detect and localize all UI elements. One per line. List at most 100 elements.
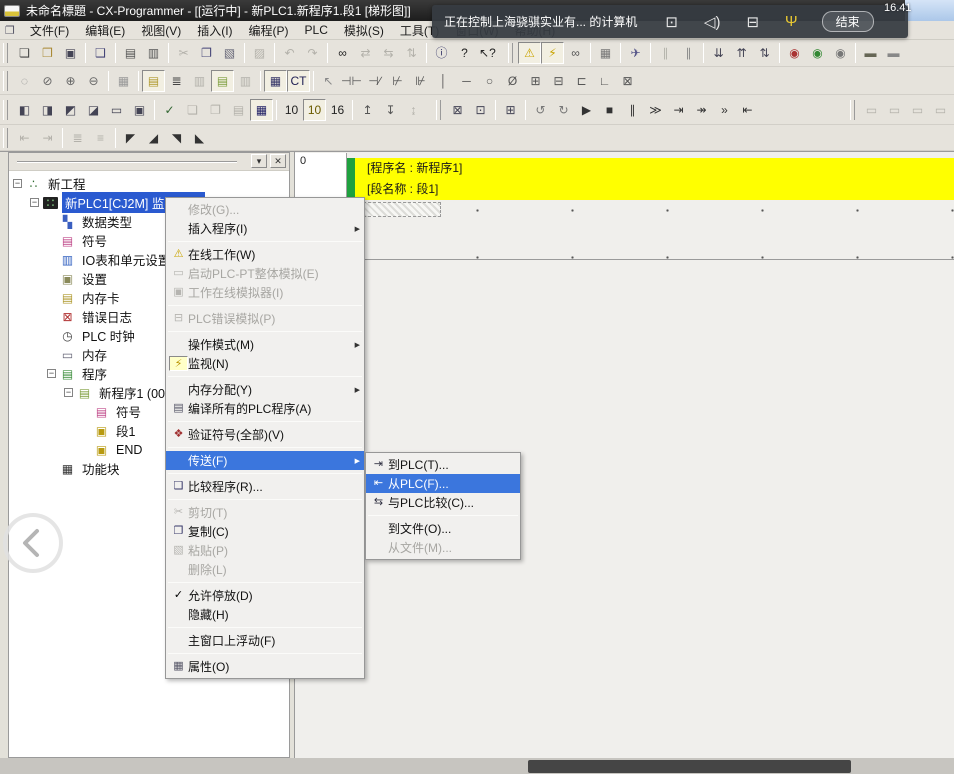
menu-item-insert-program[interactable]: 插入程序(I) ▶ [166,219,364,238]
menu-item-paste[interactable]: ▧ 粘贴(P) [166,541,364,560]
decimal-monitor-button[interactable]: 10 [280,99,303,121]
rung-wrap-button[interactable]: ≡ [89,127,112,149]
zoom-fit-button[interactable]: ◌ [13,70,36,92]
cross-reference-button[interactable]: ▥ [188,70,211,92]
submenu-item-to-plc[interactable]: ⇥ 到PLC(T)... [366,455,520,474]
comment-option-button[interactable]: ▤ [227,99,250,121]
menu-simulation[interactable]: 模拟(S) [336,21,392,40]
menu-view[interactable]: 视图(V) [133,21,189,40]
contact-nc-button[interactable]: ⊣∕ [363,70,386,92]
rung-list-button[interactable]: ≣ [66,127,89,149]
context-help-button[interactable]: ↖? [476,42,499,64]
menu-insert[interactable]: 插入(I) [189,21,240,40]
expand-toggle[interactable] [47,255,56,264]
zoom-in-button[interactable]: ⊕ [59,70,82,92]
expand-toggle[interactable]: − [30,198,39,207]
upload-from-plc-button[interactable]: ⇈ [730,42,753,64]
watch-window-button[interactable]: ▭ [860,99,883,121]
sim-stop-button[interactable]: ■ [598,99,621,121]
go-to-next-address-button[interactable]: ◥ [165,127,188,149]
menu-item-memory-allocation[interactable]: 内存分配(Y) ▶ [166,380,364,399]
watch-option-button[interactable]: ❐ [204,99,227,121]
window-toolbar-icon[interactable]: ⊟ [746,13,759,31]
clock-pulse-button[interactable]: CT [287,70,310,92]
expand-toggle[interactable] [47,293,56,302]
menu-edit[interactable]: 编辑(E) [77,21,133,40]
window-cascade-button[interactable]: ◩ [59,99,82,121]
indent-left-button[interactable]: ⇤ [13,127,36,149]
work-online-button[interactable]: ⚠ [518,42,541,64]
coil-button[interactable]: ○ [478,70,501,92]
contact-no-button[interactable]: ⊣⊢ [340,70,363,92]
expand-toggle[interactable] [81,445,90,454]
menu-item-float-in-main[interactable]: 主窗口上浮动(F) [166,631,364,650]
expand-toggle[interactable]: − [64,388,73,397]
menu-item-compare-program[interactable]: ❑ 比较程序(R)... [166,477,364,496]
show-comments-button[interactable]: ≣ [165,70,188,92]
indent-right-button[interactable]: ⇥ [36,127,59,149]
submenu-item-from-plc[interactable]: ⇤ 从PLC(F)... [366,474,520,493]
menu-plc[interactable]: PLC [297,22,336,38]
fullscreen-icon[interactable]: ⊡ [665,13,678,31]
menu-item-delete[interactable]: 删除(L) [166,560,364,579]
compare-programs-button[interactable]: ❑ [89,42,112,64]
expand-toggle[interactable]: − [47,369,56,378]
function-block-button[interactable]: ⊏ [570,70,593,92]
submenu-item-from-file[interactable]: 从文件(M)... [366,538,520,557]
time-chart-button[interactable]: ◉ [806,42,829,64]
force-cancel-button[interactable]: ↨ [402,99,425,121]
menu-item-properties[interactable]: ▦ 属性(O) [166,657,364,676]
coil-closed-button[interactable]: Ø [501,70,524,92]
compare-with-plc-button[interactable]: ⇅ [753,42,776,64]
sim-to-end-button[interactable]: ⇤ [736,99,759,121]
menu-item-transfer[interactable]: 传送(F) ▶ [166,451,364,470]
replace-button[interactable]: ⇄ [354,42,377,64]
mnemonic-view-button[interactable]: ▥ [234,70,257,92]
menu-item-operating-mode[interactable]: 操作模式(M) ▶ [166,335,364,354]
paste-button[interactable]: ▧ [218,42,241,64]
data-trace-button[interactable]: ◉ [783,42,806,64]
rung-comment-button[interactable]: ▬ [882,42,905,64]
expand-toggle[interactable]: − [13,179,22,188]
select-tool-button[interactable]: ↖ [317,70,340,92]
signed-decimal-monitor-button[interactable]: 10 [303,99,326,121]
instruction-closed-button[interactable]: ⊟ [547,70,570,92]
expand-toggle[interactable] [47,217,56,226]
monitor-window-button[interactable]: ▦ [264,70,287,92]
end-session-button[interactable]: 结束 [822,11,874,32]
panel-dropdown-button[interactable]: ▾ [251,154,267,168]
vertical-line-button[interactable]: │ [432,70,455,92]
find-next-button[interactable]: ⇆ [377,42,400,64]
delete-tool-button[interactable]: ⊠ [616,70,639,92]
window-layout-2-button[interactable]: ◨ [36,99,59,121]
new-window-button[interactable]: ◧ [13,99,36,121]
menu-item-work-online[interactable]: ⚠ 在线工作(W) [166,245,364,264]
menu-item-modify[interactable]: 修改(G)... [166,200,364,219]
menu-item-hide[interactable]: 隐藏(H) [166,605,364,624]
zoom-reset-button[interactable]: ⊘ [36,70,59,92]
pause-button[interactable]: ∥ [654,42,677,64]
new-file-button[interactable]: ❏ [13,42,36,64]
memory-window-button[interactable]: ▭ [929,99,952,121]
remote-back-button[interactable] [3,513,63,573]
grid-toggle-button[interactable]: ▦ [112,70,135,92]
submenu-item-compare-with-plc[interactable]: ⇆ 与PLC比较(C)... [366,493,520,512]
menu-item-copy[interactable]: ❐ 复制(C) [166,522,364,541]
save-button[interactable]: ▣ [59,42,82,64]
hex-monitor-button[interactable]: 16 [326,99,349,121]
expand-toggle[interactable] [47,331,56,340]
force-off-button[interactable]: ↧ [379,99,402,121]
menu-item-online-simulator[interactable]: ▣ 工作在线模拟器(I) [166,283,364,302]
menu-item-plc-pt-simulation[interactable]: ▭ 启动PLC-PT整体模拟(E) [166,264,364,283]
menu-program[interactable]: 编程(P) [241,21,297,40]
sim-pause-button[interactable]: ∥ [621,99,644,121]
copy-button[interactable]: ❐ [195,42,218,64]
tree-item-new-project[interactable]: − ∴ 新工程 [9,174,289,193]
show-symbols-button[interactable]: ▤ [142,70,165,92]
binary-view-button[interactable]: ▦ [250,99,273,121]
io-comment-button[interactable]: ▬ [859,42,882,64]
connector-button[interactable]: ∟ [593,70,616,92]
sim-step-button[interactable]: ≫ [644,99,667,121]
program-check-button[interactable]: ✓ [158,99,181,121]
window-tile-button[interactable]: ◪ [82,99,105,121]
